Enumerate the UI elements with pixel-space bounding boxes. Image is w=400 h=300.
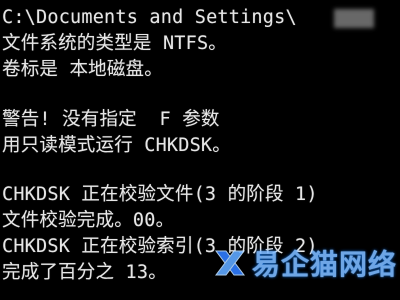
console-line-progress: 完成了百分之 13。 <box>2 262 167 283</box>
blurred-username <box>334 9 374 28</box>
console-line-filesystem: 文件系统的类型是 NTFS。 <box>2 33 227 54</box>
console-window[interactable]: C:\Documents and Settings\ 文件系统的类型是 NTFS… <box>0 0 400 300</box>
x-logo-icon <box>215 250 245 276</box>
console-line-stage1: CHKDSK 正在校验文件(3 的阶段 1) <box>2 184 318 205</box>
watermark-text: 易企猫网络 <box>252 248 398 281</box>
console-line-warning: 警告! 没有指定 F 参数 <box>2 109 220 130</box>
console-line-readonly-mode: 用只读模式运行 CHKDSK。 <box>2 135 231 156</box>
watermark: 易企猫网络 <box>212 239 397 287</box>
console-line-file-verify-done: 文件校验完成。00。 <box>2 210 175 231</box>
console-line-volume-label: 卷标是 本地磁盘。 <box>2 59 163 80</box>
console-line-path: C:\Documents and Settings\ <box>2 7 297 28</box>
